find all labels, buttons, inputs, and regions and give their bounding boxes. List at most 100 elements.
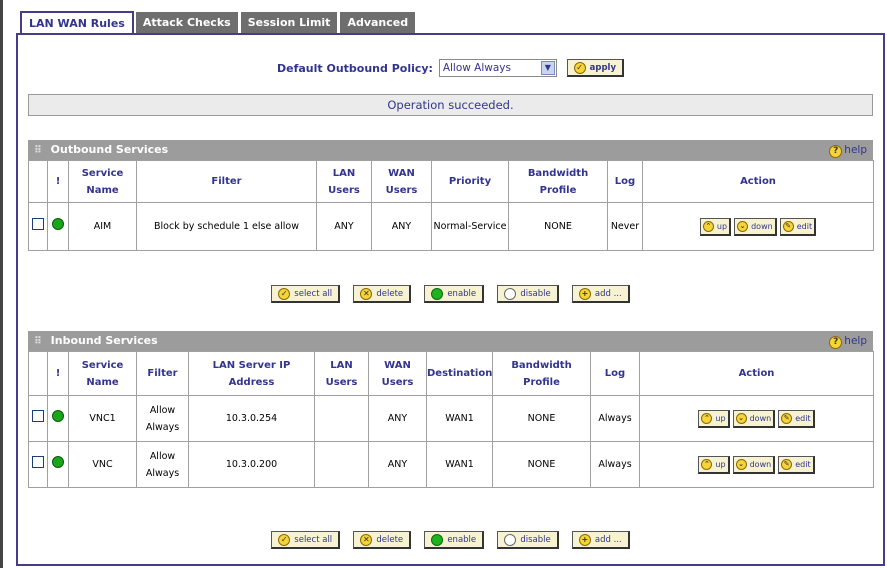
edit-label: edit: [796, 222, 813, 231]
inbound-help-link[interactable]: ? help: [829, 331, 867, 351]
lan-users-cell: [314, 395, 369, 442]
enable-dot-icon: [431, 533, 444, 546]
lan-users-cell: [314, 441, 369, 488]
delete-label: delete: [376, 534, 404, 545]
help-icon: ?: [829, 336, 843, 349]
tab-bar: LAN WAN Rules Attack Checks Session Limi…: [20, 11, 417, 34]
enable-label: enable: [447, 534, 477, 545]
enabled-status-icon: [52, 217, 64, 230]
inbound-delete-button[interactable]: ✕ delete: [353, 531, 412, 549]
edit-button[interactable]: ✎ edit: [778, 456, 815, 474]
check-icon: ✓: [573, 61, 586, 74]
filter-cell: Block by schedule 1 else allow: [136, 202, 317, 251]
tab-advanced[interactable]: Advanced: [339, 11, 417, 33]
move-up-button[interactable]: ⌃ up: [698, 410, 730, 428]
move-down-button[interactable]: ⌄ down: [734, 218, 777, 236]
col-header-status: !: [47, 160, 69, 203]
table-row: VNC1 Allow Always 10.3.0.254 ANY WAN1 NO…: [28, 395, 874, 442]
service-name-cell: VNC: [68, 441, 137, 488]
move-down-button[interactable]: ⌄ down: [732, 410, 776, 428]
destination-cell: WAN1: [426, 441, 493, 488]
lan-server-ip-cell: 10.3.0.200: [188, 441, 315, 488]
outbound-delete-button[interactable]: ✕ delete: [353, 285, 412, 303]
inbound-enable-button[interactable]: enable: [424, 531, 485, 549]
outbound-help-link[interactable]: ? help: [829, 140, 867, 160]
delete-label: delete: [376, 288, 404, 299]
apply-button-label: apply: [589, 62, 617, 73]
col-header-filter: Filter: [136, 160, 317, 203]
outbound-help-label: help: [844, 144, 867, 156]
wan-users-cell: ANY: [368, 395, 427, 442]
disable-dot-icon: [504, 287, 517, 300]
col-header-lan-users: LAN Users: [316, 160, 372, 203]
outbound-add-button[interactable]: + add ...: [571, 285, 630, 303]
up-arrow-icon: ⌃: [702, 221, 714, 232]
down-arrow-icon: ⌄: [737, 221, 749, 232]
enabled-status-icon: [52, 409, 64, 422]
col-header-status: !: [47, 351, 69, 396]
service-name-cell: AIM: [68, 202, 137, 251]
edit-button[interactable]: ✎ edit: [779, 218, 817, 236]
inbound-add-button[interactable]: + add ...: [571, 531, 630, 549]
enabled-status-icon: [52, 455, 64, 468]
add-label: add ...: [594, 288, 622, 299]
outbound-bulk-actions: ✓ select all ✕ delete enable disable + add …: [18, 285, 883, 303]
up-arrow-icon: ⌃: [701, 413, 713, 424]
inbound-bulk-actions: ✓ select all ✕ delete enable disable + add …: [18, 531, 883, 549]
log-cell: Never: [607, 202, 643, 251]
col-header-bandwidth-profile: Bandwidth Profile: [492, 351, 591, 396]
col-header-bandwidth-profile: Bandwidth Profile: [508, 160, 608, 203]
outbound-enable-button[interactable]: enable: [424, 285, 485, 303]
default-outbound-policy-select[interactable]: Allow Always ▼: [438, 59, 557, 77]
outbound-disable-button[interactable]: disable: [497, 285, 559, 303]
move-up-label: up: [715, 414, 726, 423]
disable-label: disable: [520, 288, 551, 299]
move-up-button[interactable]: ⌃ up: [699, 218, 732, 236]
table-row: AIM Block by schedule 1 else allow ANY A…: [28, 202, 874, 251]
inbound-services-table: ! Service Name Filter LAN Server IP Addr…: [28, 351, 874, 488]
log-cell: Always: [590, 395, 640, 442]
enable-label: enable: [447, 288, 477, 299]
outbound-select-all-button[interactable]: ✓ select all: [271, 285, 341, 303]
status-message: Operation succeeded.: [28, 94, 873, 116]
wan-users-cell: ANY: [368, 441, 427, 488]
x-icon: ✕: [360, 287, 373, 300]
apply-button[interactable]: ✓ apply: [566, 59, 625, 77]
disable-label: disable: [520, 534, 551, 545]
inbound-select-all-button[interactable]: ✓ select all: [271, 531, 341, 549]
row-select-checkbox[interactable]: [32, 455, 44, 468]
row-select-checkbox[interactable]: [32, 217, 44, 230]
tab-attack-checks[interactable]: Attack Checks: [134, 11, 239, 33]
inbound-header-row: ! Service Name Filter LAN Server IP Addr…: [28, 351, 874, 396]
default-outbound-policy-row: Default Outbound Policy: Allow Always ▼ …: [18, 59, 883, 77]
grip-icon: ⠿: [34, 336, 42, 347]
inbound-disable-button[interactable]: disable: [497, 531, 559, 549]
outbound-services-title: Outbound Services: [50, 143, 169, 156]
outbound-services-table: ! Service Name Filter LAN Users WAN User…: [28, 160, 874, 251]
edit-button[interactable]: ✎ edit: [778, 410, 815, 428]
move-up-label: up: [715, 460, 726, 469]
col-header-log: Log: [590, 351, 640, 396]
move-up-label: up: [716, 222, 728, 231]
bandwidth-profile-cell: NONE: [508, 202, 608, 251]
grip-icon: ⠿: [34, 145, 42, 156]
move-up-button[interactable]: ⌃ up: [698, 456, 730, 474]
main-panel: Default Outbound Policy: Allow Always ▼ …: [16, 33, 885, 566]
tab-session-limit[interactable]: Session Limit: [239, 11, 339, 33]
check-icon: ✓: [278, 533, 291, 546]
filter-cell: Allow Always: [136, 395, 189, 442]
enable-dot-icon: [431, 287, 444, 300]
move-down-button[interactable]: ⌄ down: [732, 456, 776, 474]
table-row: VNC Allow Always 10.3.0.200 ANY WAN1 NON…: [28, 441, 874, 488]
select-all-label: select all: [294, 288, 333, 299]
move-down-label: down: [749, 460, 772, 469]
row-select-checkbox[interactable]: [32, 409, 44, 422]
plus-icon: +: [578, 533, 591, 546]
col-header-action: Action: [642, 160, 874, 203]
add-label: add ...: [594, 534, 622, 545]
col-header-priority: Priority: [431, 160, 509, 203]
col-header-select: [28, 160, 48, 203]
tab-lan-wan-rules[interactable]: LAN WAN Rules: [20, 11, 134, 34]
window-left-border: [0, 0, 3, 568]
default-outbound-policy-value: Allow Always: [442, 62, 511, 74]
